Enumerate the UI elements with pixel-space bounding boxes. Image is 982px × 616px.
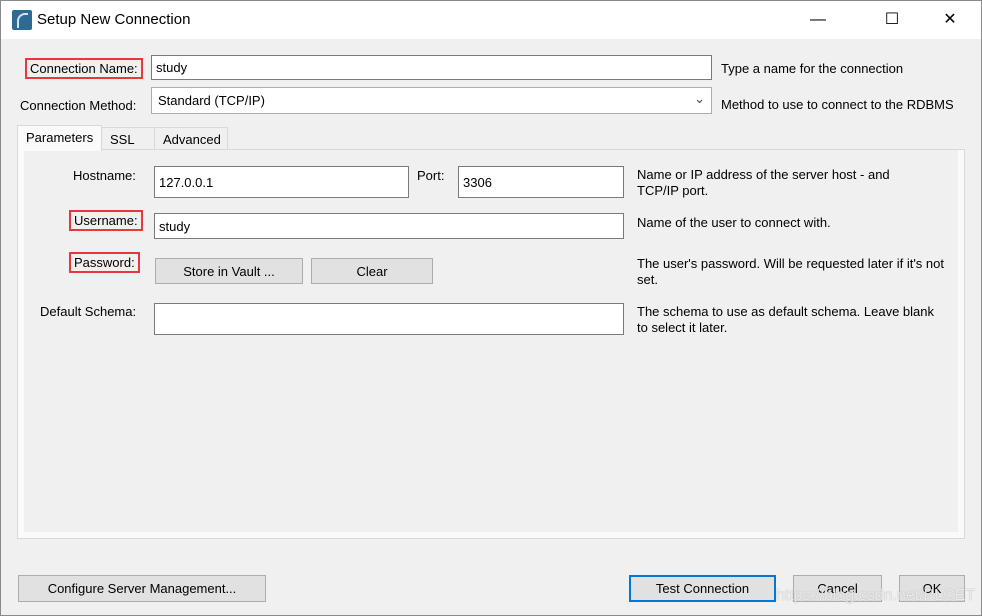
connection-name-help: Type a name for the connection (721, 61, 904, 76)
watermark: https://blog.csdn.net/PLCET (776, 587, 976, 604)
store-in-vault-button[interactable]: Store in Vault ... (155, 258, 303, 284)
connection-method-value: Standard (TCP/IP) (158, 93, 265, 108)
tab-advanced[interactable]: Advanced (154, 127, 228, 151)
password-help: The user's password. Will be requested l… (637, 256, 944, 287)
hostname-value: 127.0.0.1 (159, 174, 214, 190)
hostname-label: Hostname: (73, 168, 136, 183)
connection-name-input[interactable]: study (151, 55, 712, 80)
username-label: Username: (69, 210, 143, 231)
default-schema-help: The schema to use as default schema. Lea… (637, 304, 935, 335)
username-value: study (159, 218, 191, 234)
connection-method-label: Connection Method: (20, 98, 137, 113)
connection-name-value: study (156, 60, 188, 75)
port-value: 3306 (463, 174, 492, 190)
hostname-input[interactable]: 127.0.0.1 (154, 166, 409, 198)
mysql-workbench-icon (12, 10, 32, 30)
title-bar: Setup New Connection — ☐ ✕ (1, 1, 981, 39)
tab-parameters[interactable]: Parameters (17, 125, 103, 151)
port-input[interactable]: 3306 (458, 166, 624, 198)
default-schema-input[interactable] (154, 303, 624, 335)
password-label: Password: (69, 252, 140, 273)
connection-name-label: Connection Name: (25, 58, 143, 79)
maximize-button[interactable]: ☐ (869, 1, 915, 39)
default-schema-label: Default Schema: (40, 304, 137, 319)
setup-connection-dialog: Setup New Connection — ☐ ✕ Connection Na… (0, 0, 982, 616)
clear-password-button[interactable]: Clear (311, 258, 433, 284)
test-connection-button[interactable]: Test Connection (629, 575, 776, 602)
configure-server-management-button[interactable]: Configure Server Management... (18, 575, 266, 602)
tab-ssl[interactable]: SSL (101, 127, 155, 151)
connection-method-select[interactable]: Standard (TCP/IP) ⌄ (151, 87, 712, 114)
username-help: Name of the user to connect with. (637, 215, 831, 230)
hostname-help: Name or IP address of the server host - … (637, 167, 890, 198)
username-input[interactable]: study (154, 213, 624, 239)
parameters-panel (17, 149, 965, 539)
close-button[interactable]: ✕ (927, 1, 973, 39)
window-title: Setup New Connection (37, 11, 191, 28)
port-label: Port: (417, 168, 445, 183)
chevron-down-icon: ⌄ (694, 91, 705, 106)
minimize-button[interactable]: — (795, 1, 841, 39)
connection-method-help: Method to use to connect to the RDBMS (721, 97, 954, 112)
